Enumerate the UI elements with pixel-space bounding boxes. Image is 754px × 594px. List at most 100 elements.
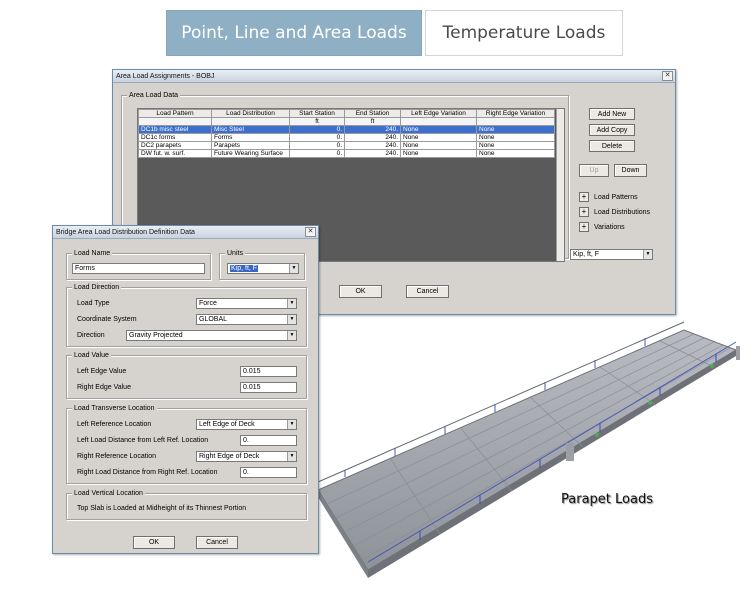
units-cell (211, 117, 290, 126)
parapet-railing (317, 321, 737, 563)
left-reference-label: Left Reference Location (77, 421, 152, 428)
variations-item[interactable]: Variations (594, 223, 625, 232)
load-name-input[interactable]: Forms (72, 263, 205, 274)
grid-header-row: Load Pattern Load Distribution Start Sta… (138, 109, 555, 118)
units-cell: ft (289, 117, 345, 126)
cell-left-edge-variation[interactable]: None (400, 141, 477, 150)
left-reference-value: Left Edge of Deck (199, 421, 255, 428)
cell-load-pattern[interactable]: DW fut. w. surf. (138, 149, 212, 158)
right-edge-value-label: Right Edge Value (77, 384, 131, 391)
cell-right-edge-variation[interactable]: None (476, 125, 555, 134)
dist-cancel-button[interactable]: Cancel (196, 536, 238, 549)
cell-start-station[interactable]: 0. (289, 149, 345, 158)
down-button[interactable]: Down (614, 164, 647, 177)
coordinate-system-combo[interactable]: GLOBAL ▼ (196, 314, 297, 325)
add-new-button[interactable]: Add New (589, 108, 635, 120)
direction-combo[interactable]: Gravity Projected ▼ (126, 330, 297, 341)
cell-end-station[interactable]: 240. (344, 149, 401, 158)
cell-load-pattern[interactable]: DC1b misc steel (138, 125, 212, 134)
table-row[interactable]: DC2 parapets Parapets 0. 240. None None (138, 141, 555, 150)
left-distance-input[interactable]: 0. (240, 435, 297, 446)
units-cell (476, 117, 555, 126)
cell-load-distribution[interactable]: Forms (211, 133, 290, 142)
dist-window-title: Bridge Area Load Distribution Definition… (56, 228, 195, 236)
dist-window-titlebar: Bridge Area Load Distribution Definition… (53, 226, 318, 239)
tab-point-line-area-loads[interactable]: Point, Line and Area Loads (166, 10, 422, 56)
col-load-pattern[interactable]: Load Pattern (138, 109, 212, 118)
cell-load-pattern[interactable]: DC1c forms (138, 133, 212, 142)
units-combo[interactable]: Kip, ft, F ▼ (227, 263, 299, 274)
cell-start-station[interactable]: 0. (289, 133, 345, 142)
close-icon[interactable]: ✕ (305, 227, 316, 237)
grid-scrollbar[interactable] (556, 109, 564, 261)
col-load-distribution[interactable]: Load Distribution (211, 109, 290, 118)
cell-left-edge-variation[interactable]: None (400, 149, 477, 158)
units-cell: ft (344, 117, 401, 126)
right-reference-value: Right Edge of Deck (199, 453, 260, 460)
col-end-station[interactable]: End Station (344, 109, 401, 118)
load-patterns-item[interactable]: Load Patterns (594, 193, 638, 202)
cell-end-station[interactable]: 240. (344, 125, 401, 134)
expand-load-distributions-icon[interactable]: + (579, 207, 589, 217)
direction-label: Direction (77, 332, 105, 339)
vertical-location-label: Load Vertical Location (72, 489, 145, 498)
cell-load-distribution[interactable]: Parapets (211, 141, 290, 150)
right-edge-value-input[interactable]: 0.015 (240, 382, 297, 393)
load-name-label: Load Name (72, 249, 113, 258)
load-tabs: Point, Line and Area Loads Temperature L… (166, 10, 623, 56)
load-type-label: Load Type (77, 300, 110, 307)
table-row[interactable]: DC1b misc steel Misc Steel 0. 240. None … (138, 125, 555, 134)
cell-load-pattern[interactable]: DC2 parapets (138, 141, 212, 150)
load-type-value: Force (199, 300, 217, 307)
area-ok-button[interactable]: OK (339, 285, 382, 298)
table-row[interactable]: DW fut. w. surf. Future Wearing Surface … (138, 149, 555, 158)
area-cancel-button[interactable]: Cancel (406, 285, 449, 298)
right-reference-combo[interactable]: Right Edge of Deck ▼ (196, 451, 297, 462)
direction-value: Gravity Projected (129, 332, 183, 339)
chevron-down-icon: ▼ (287, 315, 296, 324)
left-edge-value-label: Left Edge Value (77, 368, 127, 375)
chevron-down-icon: ▼ (643, 250, 652, 259)
area-load-data-label: Area Load Data (127, 91, 181, 100)
cell-right-edge-variation[interactable]: None (476, 149, 555, 158)
chevron-down-icon: ▼ (287, 452, 296, 461)
vertical-location-text: Top Slab is Loaded at Midheight of its T… (77, 505, 247, 512)
left-edge-value-input[interactable]: 0.015 (240, 366, 297, 377)
right-distance-input[interactable]: 0. (240, 467, 297, 478)
area-units-combo[interactable]: Kip, ft, F ▼ (570, 249, 653, 260)
right-distance-label: Right Load Distance from Right Ref. Loca… (77, 469, 218, 476)
chevron-down-icon: ▼ (287, 299, 296, 308)
up-button[interactable]: Up (579, 164, 609, 177)
cell-start-station[interactable]: 0. (289, 125, 345, 134)
units-cell (400, 117, 477, 126)
close-icon[interactable]: ✕ (662, 71, 673, 81)
parapet-loads-caption: Parapet Loads (561, 492, 653, 507)
transverse-location-label: Load Transverse Location (72, 404, 157, 413)
cell-right-edge-variation[interactable]: None (476, 133, 555, 142)
cell-end-station[interactable]: 240. (344, 141, 401, 150)
cell-load-distribution[interactable]: Misc Steel (211, 125, 290, 134)
table-row[interactable]: DC1c forms Forms 0. 240. None None (138, 133, 555, 142)
add-copy-button[interactable]: Add Copy (589, 124, 635, 136)
cell-end-station[interactable]: 240. (344, 133, 401, 142)
load-distributions-item[interactable]: Load Distributions (594, 208, 650, 217)
cell-right-edge-variation[interactable]: None (476, 141, 555, 150)
cell-left-edge-variation[interactable]: None (400, 125, 477, 134)
load-type-combo[interactable]: Force ▼ (196, 298, 297, 309)
right-reference-label: Right Reference Location (77, 453, 156, 460)
load-value-label: Load Value (72, 351, 111, 360)
cell-start-station[interactable]: 0. (289, 141, 345, 150)
dist-ok-button[interactable]: OK (133, 536, 175, 549)
col-right-edge-variation[interactable]: Right Edge Variation (476, 109, 555, 118)
left-reference-combo[interactable]: Left Edge of Deck ▼ (196, 419, 297, 430)
area-window-titlebar: Area Load Assignments - BOBJ ✕ (113, 70, 675, 83)
col-left-edge-variation[interactable]: Left Edge Variation (400, 109, 477, 118)
area-load-table: Load Pattern Load Distribution Start Sta… (138, 109, 555, 158)
col-start-station[interactable]: Start Station (289, 109, 345, 118)
tab-temperature-loads[interactable]: Temperature Loads (425, 10, 623, 56)
cell-load-distribution[interactable]: Future Wearing Surface (211, 149, 290, 158)
expand-variations-icon[interactable]: + (579, 222, 589, 232)
cell-left-edge-variation[interactable]: None (400, 133, 477, 142)
expand-load-patterns-icon[interactable]: + (579, 192, 589, 202)
delete-button[interactable]: Delete (589, 140, 635, 152)
